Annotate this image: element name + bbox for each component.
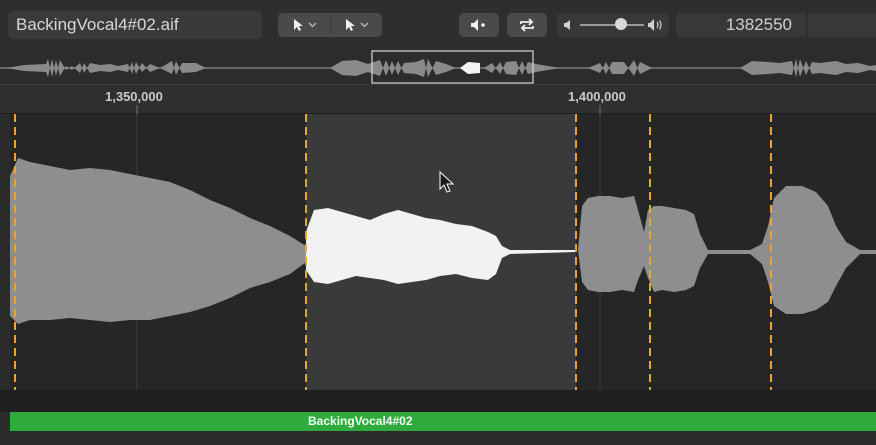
left-gutter — [0, 114, 10, 412]
ruler-label: 1,400,000 — [568, 89, 626, 104]
tool-picker — [278, 13, 382, 37]
timeline-ruler[interactable]: 1,350,000 1,400,000 — [0, 84, 876, 115]
overview-waveform — [0, 50, 876, 84]
position-display-extension — [808, 13, 876, 37]
filename-field[interactable]: BackingVocal4#02.aif — [8, 11, 262, 39]
volume-control — [557, 13, 669, 37]
chevron-down-icon — [360, 22, 369, 28]
speaker-icon — [471, 19, 485, 31]
pointer-icon — [346, 19, 355, 31]
waveform-display[interactable] — [10, 114, 876, 390]
volume-slider-knob[interactable] — [615, 18, 627, 30]
waveform-segment — [10, 158, 306, 324]
waveform-segment — [578, 186, 876, 314]
chevron-down-icon — [308, 22, 316, 28]
prelisten-button[interactable] — [459, 13, 499, 37]
waveform-canvas — [10, 114, 876, 390]
audio-region[interactable]: BackingVocal4#02 — [10, 412, 876, 431]
loop-button[interactable] — [507, 13, 547, 37]
playhead-position-display[interactable]: 1382550 — [676, 13, 806, 37]
left-click-tool-menu[interactable] — [278, 13, 330, 37]
region-lane-gap — [0, 390, 876, 412]
speaker-loud-icon — [648, 19, 662, 31]
volume-track — [580, 24, 644, 26]
waveform-overview[interactable] — [0, 50, 876, 84]
ruler-label: 1,350,000 — [105, 89, 163, 104]
speaker-quiet-icon — [564, 20, 570, 30]
editor-toolbar: BackingVocal4#02.aif 1382550 — [0, 0, 876, 50]
bottom-strip — [0, 431, 876, 445]
right-click-tool-menu[interactable] — [331, 13, 382, 37]
pointer-icon — [293, 19, 303, 31]
region-name: BackingVocal4#02 — [308, 414, 413, 428]
loop-icon — [520, 18, 534, 32]
